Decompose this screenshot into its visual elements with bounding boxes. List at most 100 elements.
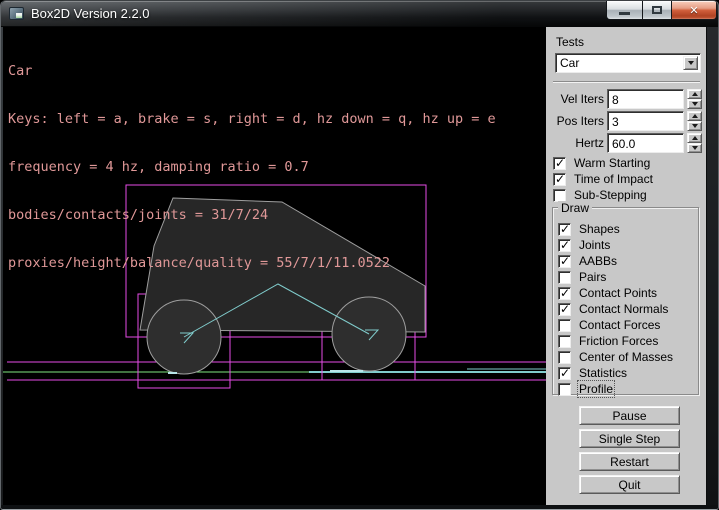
joints-checkbox[interactable]: ✓ <box>558 239 571 252</box>
app-icon <box>9 7 24 20</box>
check-icon: ✓ <box>560 222 570 236</box>
contact-points-checkbox[interactable]: ✓ <box>558 287 571 300</box>
center-of-masses-row: ✓ Center of Masses <box>558 349 673 365</box>
shapes-label: Shapes <box>579 222 620 236</box>
pos-iters-row: Pos Iters <box>546 111 706 131</box>
arrow-up-icon <box>692 92 698 96</box>
arrow-down-icon <box>692 146 698 150</box>
check-icon: ✓ <box>555 156 565 170</box>
tests-dropdown-value: Car <box>556 56 700 70</box>
title-bar[interactable]: Box2D Version 2.2.0 ✕ <box>1 1 718 27</box>
contact-normals-label: Contact Normals <box>579 302 668 316</box>
draw-flags: ✓ Shapes ✓ Joints ✓ AABBs ✓ Pairs ✓ Co <box>558 221 673 397</box>
sub-stepping-checkbox[interactable]: ✓ <box>553 189 566 202</box>
check-icon: ✓ <box>555 172 565 186</box>
check-icon: ✓ <box>560 238 570 252</box>
stat-line-test-name: Car <box>8 63 496 79</box>
close-icon: ✕ <box>689 5 698 16</box>
minimize-button[interactable] <box>606 0 642 20</box>
friction-forces-row: ✓ Friction Forces <box>558 333 673 349</box>
quit-button[interactable]: Quit <box>579 475 680 494</box>
time-of-impact-row: ✓ Time of Impact <box>553 171 653 187</box>
check-icon: ✓ <box>560 366 570 380</box>
stat-line-bodies: bodies/contacts/joints = 31/7/24 <box>8 207 496 223</box>
pairs-row: ✓ Pairs <box>558 269 673 285</box>
draw-group-label: Draw <box>558 201 592 215</box>
hertz-spin-down[interactable] <box>687 143 702 153</box>
vel-iters-spin-up[interactable] <box>687 89 702 99</box>
vel-iters-label: Vel Iters <box>546 92 604 106</box>
tests-dropdown[interactable]: Car <box>555 53 701 73</box>
contact-normals-row: ✓ Contact Normals <box>558 301 673 317</box>
arrow-up-icon <box>692 114 698 118</box>
vel-iters-input[interactable] <box>607 89 684 109</box>
contact-forces-label: Contact Forces <box>579 318 660 332</box>
warm-starting-checkbox[interactable]: ✓ <box>553 157 566 170</box>
joints-label: Joints <box>579 238 610 252</box>
pairs-checkbox[interactable]: ✓ <box>558 271 571 284</box>
arrow-down-icon <box>692 102 698 106</box>
check-icon: ✓ <box>560 254 570 268</box>
maximize-icon <box>652 6 662 14</box>
stat-line-frequency: frequency = 4 hz, damping ratio = 0.7 <box>8 159 496 175</box>
aabbs-label: AABBs <box>579 254 617 268</box>
contact-points-row: ✓ Contact Points <box>558 285 673 301</box>
window-frame-right <box>706 27 718 505</box>
profile-row: ✓ Profile <box>558 381 673 397</box>
window-frame-bottom <box>1 505 718 509</box>
hertz-row: Hertz <box>546 133 706 153</box>
contact-normals-checkbox[interactable]: ✓ <box>558 303 571 316</box>
friction-forces-label: Friction Forces <box>579 334 658 348</box>
minimize-icon <box>619 12 630 15</box>
stat-line-proxies: proxies/height/balance/quality = 55/7/1/… <box>8 255 496 271</box>
simulation-canvas[interactable]: Car Keys: left = a, brake = s, right = d… <box>3 27 546 505</box>
check-icon: ✓ <box>560 302 570 316</box>
aabbs-checkbox[interactable]: ✓ <box>558 255 571 268</box>
statistics-row: ✓ Statistics <box>558 365 673 381</box>
maximize-button[interactable] <box>642 0 672 20</box>
center-of-masses-checkbox[interactable]: ✓ <box>558 351 571 364</box>
check-icon: ✓ <box>560 286 570 300</box>
shapes-checkbox[interactable]: ✓ <box>558 223 571 236</box>
warm-starting-row: ✓ Warm Starting <box>553 155 653 171</box>
center-of-masses-label: Center of Masses <box>579 350 673 364</box>
stat-line-keys: Keys: left = a, brake = s, right = d, hz… <box>8 111 496 127</box>
pause-button[interactable]: Pause <box>579 406 680 425</box>
vel-iters-spin-down[interactable] <box>687 99 702 109</box>
time-of-impact-label: Time of Impact <box>574 172 653 186</box>
app-window: Box2D Version 2.2.0 ✕ <box>0 0 719 510</box>
pos-iters-spin-down[interactable] <box>687 121 702 131</box>
hertz-spin-up[interactable] <box>687 133 702 143</box>
aabbs-row: ✓ AABBs <box>558 253 673 269</box>
vel-iters-row: Vel Iters <box>546 89 706 109</box>
debug-stats-text: Car Keys: left = a, brake = s, right = d… <box>8 31 496 303</box>
restart-button[interactable]: Restart <box>579 452 680 471</box>
hertz-input[interactable] <box>607 133 684 153</box>
statistics-label: Statistics <box>579 366 627 380</box>
single-step-button[interactable]: Single Step <box>579 429 680 448</box>
time-of-impact-checkbox[interactable]: ✓ <box>553 173 566 186</box>
hertz-spinner <box>687 133 702 153</box>
window-controls: ✕ <box>606 0 717 20</box>
pos-iters-spin-up[interactable] <box>687 111 702 121</box>
contact-points-label: Contact Points <box>579 286 657 300</box>
profile-checkbox[interactable]: ✓ <box>558 383 571 396</box>
hertz-label: Hertz <box>546 136 604 150</box>
pos-iters-label: Pos Iters <box>546 114 604 128</box>
contact-forces-row: ✓ Contact Forces <box>558 317 673 333</box>
tests-dropdown-button[interactable] <box>683 56 698 70</box>
pos-iters-spinner <box>687 111 702 131</box>
friction-forces-checkbox[interactable]: ✓ <box>558 335 571 348</box>
warm-starting-label: Warm Starting <box>574 156 650 170</box>
joints-row: ✓ Joints <box>558 237 673 253</box>
statistics-checkbox[interactable]: ✓ <box>558 367 571 380</box>
control-panel: Tests Car Vel Iters Pos Iters <box>546 27 706 505</box>
pos-iters-input[interactable] <box>607 111 684 131</box>
contact-forces-checkbox[interactable]: ✓ <box>558 319 571 332</box>
separator <box>553 81 700 83</box>
shapes-row: ✓ Shapes <box>558 221 673 237</box>
close-button[interactable]: ✕ <box>672 0 717 20</box>
sub-stepping-label: Sub-Stepping <box>574 188 647 202</box>
sim-flags: ✓ Warm Starting ✓ Time of Impact ✓ Sub-S… <box>553 155 653 203</box>
pairs-label: Pairs <box>579 270 606 284</box>
